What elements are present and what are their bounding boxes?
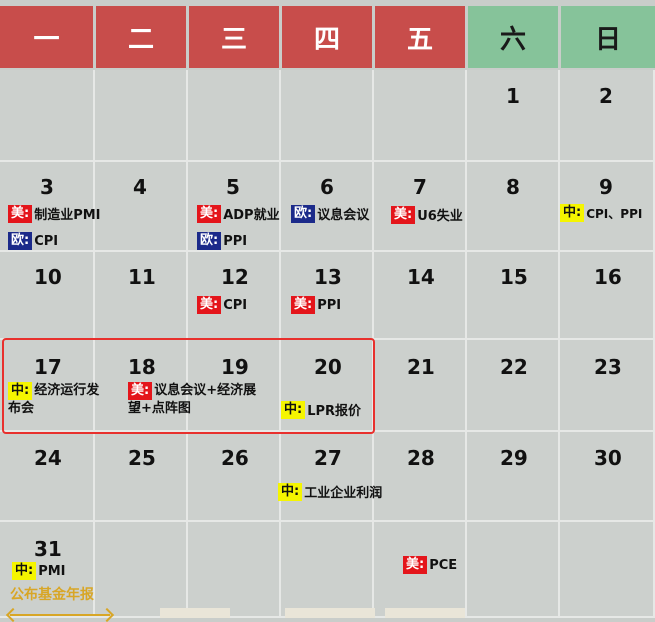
- day-number: 8: [506, 175, 520, 199]
- day-number: 29: [500, 446, 528, 470]
- event-text: ADP就业: [223, 208, 280, 223]
- event-text: PPI: [317, 297, 342, 313]
- event-day5-us: 美: ADP就业: [197, 204, 280, 223]
- event-day28-us: 美: PCE: [403, 556, 457, 574]
- cn-tag: 中:: [278, 482, 303, 501]
- eu-tag: 欧:: [291, 204, 316, 223]
- day-number: 4: [133, 175, 147, 199]
- weekday-header-thu: 四: [282, 6, 372, 68]
- footer-label: 公布基金年报: [10, 587, 94, 603]
- cell: [188, 70, 281, 162]
- weekday-header-tue: 二: [96, 6, 186, 68]
- weekday-header-sun: 日: [561, 6, 655, 68]
- bottom-strip: [160, 608, 230, 618]
- day-number: 16: [594, 265, 622, 289]
- weekday-header-mon: 一: [0, 6, 93, 68]
- event-day7-us: 美: U6失业: [391, 205, 463, 224]
- day-number: 24: [34, 446, 62, 470]
- day-number: 6: [320, 175, 334, 199]
- day-number: 10: [34, 265, 62, 289]
- event-day3-us: 美: 制造业PMI: [8, 204, 101, 223]
- event-text: PPI: [223, 233, 248, 249]
- cell: [0, 70, 95, 162]
- us-tag: 美:: [197, 204, 222, 223]
- day-number: 11: [128, 265, 156, 289]
- event-day13-us: 美: PPI: [291, 296, 341, 314]
- day-number: 31: [34, 537, 62, 561]
- event-day6-eu: 欧: 议息会议: [291, 204, 369, 223]
- cn-tag: 中:: [12, 562, 37, 580]
- eu-tag: 欧:: [8, 232, 33, 250]
- cell: [560, 522, 655, 618]
- event-day3-eu: 欧: CPI: [8, 232, 58, 250]
- cell: [467, 340, 560, 432]
- cell: [560, 340, 655, 432]
- day-number: 7: [413, 175, 427, 199]
- cell: [281, 522, 374, 618]
- day-number: 26: [221, 446, 249, 470]
- cell: [374, 70, 467, 162]
- event-text: U6失业: [417, 209, 463, 224]
- event-day9-cn: 中: CPI、PPI: [560, 204, 642, 222]
- cell: [374, 340, 467, 432]
- day-number: 22: [500, 355, 528, 379]
- cell: [188, 522, 281, 618]
- eu-tag: 欧:: [197, 232, 222, 250]
- weekday-header-wed: 三: [189, 6, 279, 68]
- day-number: 1: [506, 84, 520, 108]
- event-text: 制造业PMI: [34, 208, 101, 223]
- us-tag: 美:: [197, 296, 222, 314]
- event-text: CPI、PPI: [586, 206, 643, 221]
- day-number: 21: [407, 355, 435, 379]
- cell: [95, 70, 188, 162]
- bottom-strip: [285, 608, 375, 618]
- event-text: PCE: [429, 557, 458, 573]
- us-tag: 美:: [8, 204, 33, 223]
- day-number: 13: [314, 265, 342, 289]
- event-day31-cn: 中: PMI: [12, 562, 66, 580]
- event-text: CPI: [34, 233, 59, 249]
- us-tag: 美:: [291, 296, 316, 314]
- day-number: 5: [226, 175, 240, 199]
- day-number: 15: [500, 265, 528, 289]
- cn-tag: 中:: [560, 204, 585, 222]
- day-number: 23: [594, 355, 622, 379]
- day-number: 2: [599, 84, 613, 108]
- day-number: 14: [407, 265, 435, 289]
- event-day27-cn: 中: 工业企业利润: [278, 482, 382, 501]
- day-number: 25: [128, 446, 156, 470]
- event-text: 工业企业利润: [304, 486, 383, 501]
- day-number: 3: [40, 175, 54, 199]
- us-tag: 美:: [391, 205, 416, 224]
- day-number: 27: [314, 446, 342, 470]
- event-day5-eu: 欧: PPI: [197, 232, 247, 250]
- day-number: 12: [221, 265, 249, 289]
- cell: [467, 522, 560, 618]
- event-text: CPI: [223, 297, 248, 313]
- footer-underline: [10, 604, 110, 616]
- weekday-header-fri: 五: [375, 6, 465, 68]
- cell: [281, 70, 374, 162]
- event-text: PMI: [38, 563, 66, 579]
- day-number: 28: [407, 446, 435, 470]
- day-number: 30: [594, 446, 622, 470]
- event-day12-us: 美: CPI: [197, 296, 247, 314]
- day-number: 9: [599, 175, 613, 199]
- highlight-box: [2, 338, 375, 434]
- weekday-header-sat: 六: [468, 6, 558, 68]
- bottom-strip: [385, 608, 465, 618]
- us-tag: 美:: [403, 556, 428, 574]
- event-text: 议息会议: [317, 208, 370, 223]
- calendar: 一 二 三 四 五 六 日 1 2 3 4 5 6 7 8 9 10 11 12…: [0, 0, 655, 618]
